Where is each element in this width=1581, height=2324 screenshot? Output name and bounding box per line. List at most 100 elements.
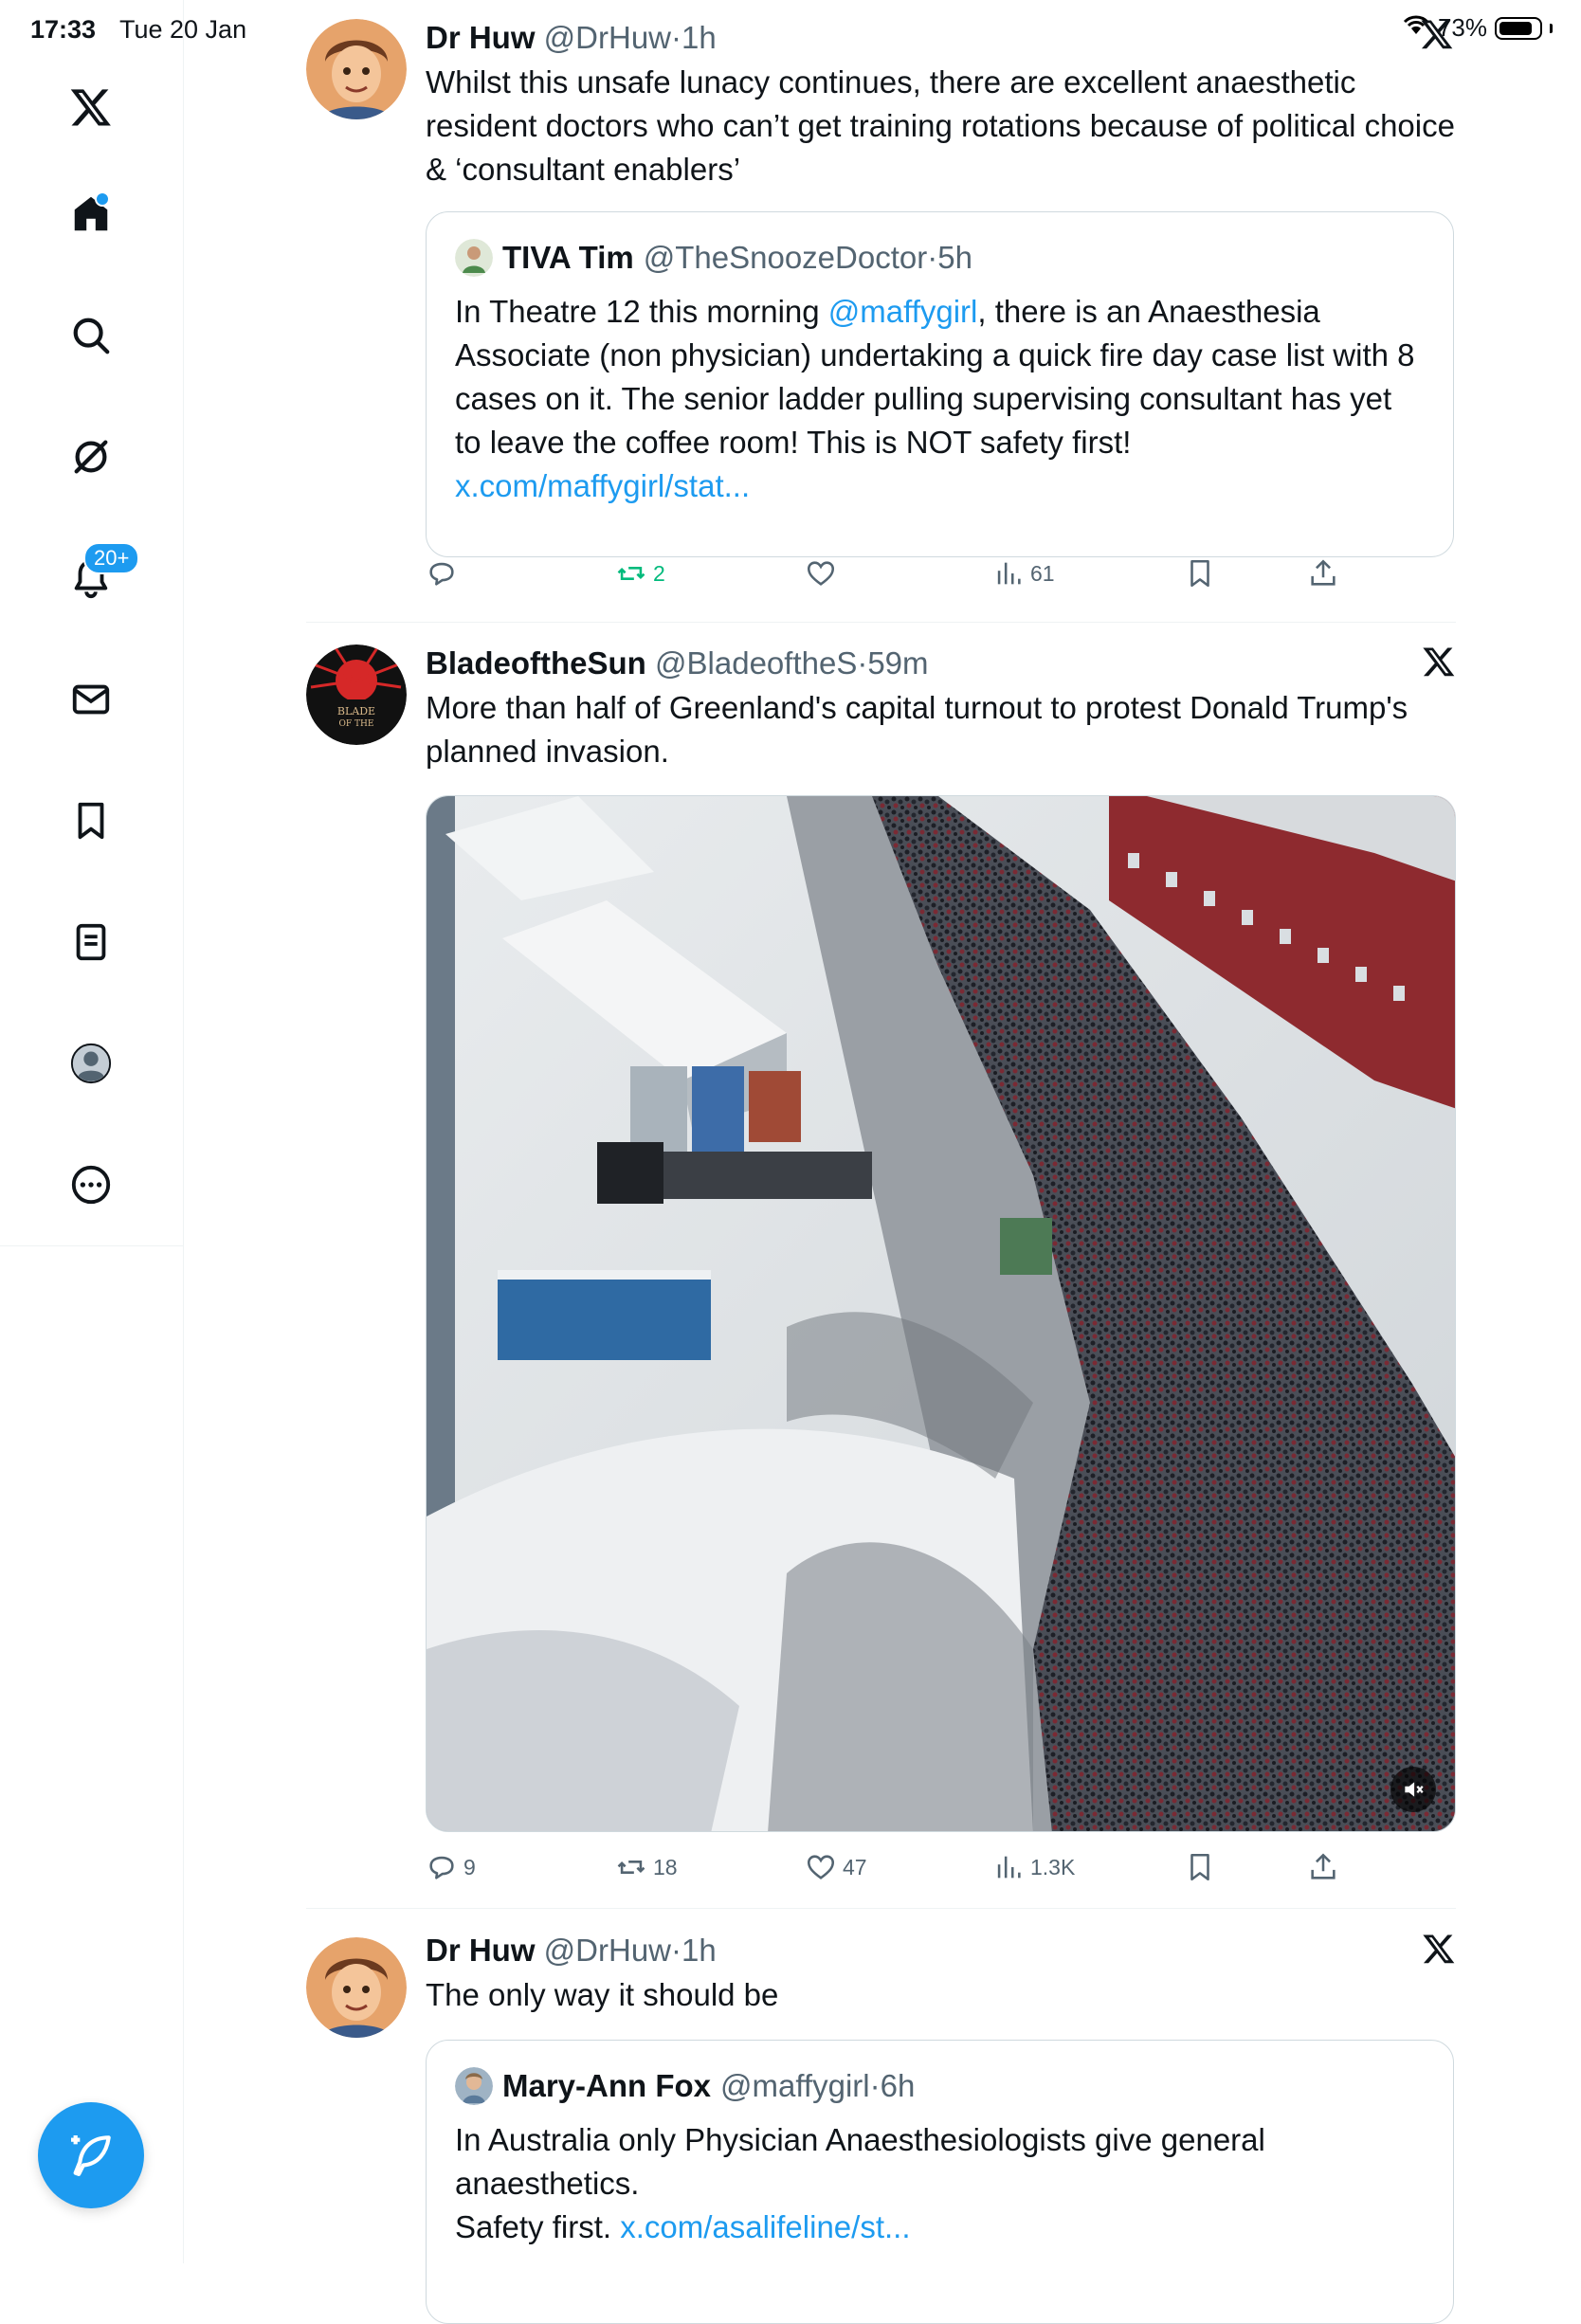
svg-text:OF THE: OF THE: [339, 719, 374, 729]
heart-icon: [807, 1855, 835, 1879]
quote-author-name: Mary-Ann Fox: [502, 2068, 712, 2103]
author-name[interactable]: Dr Huw: [426, 1933, 536, 1968]
quote-avatar: [455, 2067, 493, 2105]
views-button[interactable]: 1.3K: [992, 1851, 1075, 1883]
views-button[interactable]: 61: [992, 557, 1055, 590]
retweet-button[interactable]: 18: [615, 1851, 678, 1883]
like-button[interactable]: [805, 557, 843, 590]
tweet-text: The only way it should be: [426, 1977, 779, 2012]
quote-author-name: TIVA Tim: [502, 240, 634, 275]
reply-button[interactable]: 9: [426, 1851, 476, 1883]
share-icon: [1311, 559, 1336, 586]
tweet-time[interactable]: 59m: [867, 645, 928, 681]
view-count: 1.3K: [1030, 1854, 1076, 1879]
tweet-header: Dr Huw @DrHuw·1h: [426, 1933, 717, 1968]
reply-icon: [429, 1856, 454, 1879]
like-button[interactable]: 47: [805, 1851, 867, 1883]
retweet-button[interactable]: 2: [615, 557, 665, 590]
author-name[interactable]: BladeoftheSun: [426, 645, 646, 681]
x-logo-icon[interactable]: [63, 79, 119, 136]
tweet-video[interactable]: [426, 795, 1456, 1832]
search-icon[interactable]: [63, 307, 119, 364]
author-handle[interactable]: @BladeoftheS: [655, 645, 857, 681]
tweet-actions: 9 18 47 1.3K: [426, 1851, 1354, 1893]
share-button[interactable]: [1307, 1851, 1339, 1883]
tweet-content: Dr Huw @DrHuw·1h The only way it should …: [426, 1932, 1456, 2017]
author-name[interactable]: Dr Huw: [426, 20, 536, 55]
sidebar: 20+: [0, 0, 184, 2263]
bookmarks-icon[interactable]: [63, 792, 119, 849]
url-link[interactable]: x.com/maffygirl/stat...: [455, 468, 750, 503]
quote-text: In Theatre 12 this morning @maffygirl, t…: [455, 294, 1415, 503]
mention-link[interactable]: @maffygirl: [828, 294, 978, 329]
reply-button[interactable]: [426, 557, 463, 590]
author-handle[interactable]: @DrHuw: [544, 20, 671, 55]
x-logo-icon: [1422, 645, 1456, 679]
messages-icon[interactable]: [63, 671, 119, 728]
tweet-time[interactable]: 1h: [681, 20, 717, 55]
tweet[interactable]: Dr Huw @DrHuw·1h Whilst this unsafe luna…: [306, 19, 1456, 607]
avatar[interactable]: BLADE OF THE: [306, 645, 407, 745]
battery-icon: [1495, 16, 1542, 40]
grok-icon[interactable]: [63, 428, 119, 485]
quote-author-handle: @maffygirl·6h: [720, 2068, 916, 2103]
speaker-muted-icon: [1405, 1782, 1424, 1797]
separator-dot: ·: [671, 20, 682, 55]
quote-header: TIVA Tim @TheSnoozeDoctor·5h: [455, 237, 1425, 279]
avatar[interactable]: [306, 1937, 407, 2038]
quoted-tweet[interactable]: Mary-Ann Fox @maffygirl·6h In Australia …: [426, 2040, 1454, 2324]
quoted-tweet[interactable]: TIVA Tim @TheSnoozeDoctor·5h In Theatre …: [426, 211, 1454, 557]
bookmark-icon: [1190, 1853, 1209, 1881]
avatar[interactable]: [306, 19, 407, 119]
tweet-content: BladeoftheSun @BladeoftheS·59m More than…: [426, 645, 1456, 773]
views-icon: [997, 1856, 1021, 1879]
share-icon: [1311, 1853, 1336, 1879]
quote-avatar: [455, 239, 493, 277]
compose-button[interactable]: [38, 2102, 144, 2208]
tweet-time[interactable]: 1h: [681, 1933, 717, 1968]
video-frame: [427, 796, 1455, 1831]
bookmark-button[interactable]: [1184, 1851, 1216, 1883]
retweet-icon: [617, 1861, 645, 1874]
reply-icon: [429, 562, 454, 586]
home-unread-dot: [95, 191, 110, 207]
tweet-header: BladeoftheSun @BladeoftheS·59m: [426, 645, 929, 681]
tweet-actions: 2 61: [426, 557, 1354, 599]
share-button[interactable]: [1307, 557, 1339, 590]
home-icon[interactable]: [63, 186, 119, 243]
retweet-icon: [617, 567, 645, 580]
tweet[interactable]: BLADE OF THE BladeoftheSun @BladeoftheS·…: [306, 645, 1456, 1896]
view-count: 61: [1030, 560, 1055, 586]
tweet-header: Dr Huw @DrHuw·1h: [426, 19, 1456, 57]
lists-icon[interactable]: [63, 914, 119, 971]
x-logo-icon: [1420, 17, 1454, 51]
tweet-text: More than half of Greenland's capital tu…: [426, 690, 1408, 769]
retweet-count: 2: [653, 560, 665, 586]
compose-feather-icon: [71, 2135, 111, 2176]
svg-text:BLADE: BLADE: [337, 705, 375, 717]
reply-count: 9: [463, 1854, 476, 1879]
bookmark-button[interactable]: [1184, 557, 1216, 590]
tweet-divider: [306, 1908, 1456, 1909]
bookmark-icon: [1190, 559, 1209, 588]
heart-icon: [807, 561, 835, 586]
like-count: 47: [843, 1854, 867, 1879]
author-handle[interactable]: @DrHuw: [544, 1933, 671, 1968]
tweet-text: Whilst this unsafe lunacy continues, the…: [426, 64, 1455, 187]
views-icon: [997, 562, 1021, 585]
x-logo-icon: [1422, 1932, 1456, 1966]
retweet-count: 18: [653, 1854, 678, 1879]
notifications-icon[interactable]: 20+: [63, 542, 140, 607]
battery-tip: [1550, 23, 1553, 33]
url-link[interactable]: x.com/asalifeline/st...: [620, 2209, 910, 2244]
tweet-content: Dr Huw @DrHuw·1h Whilst this unsafe luna…: [426, 19, 1456, 191]
mute-button[interactable]: [1390, 1767, 1436, 1812]
sidebar-separator: [0, 1245, 183, 1246]
quote-header: Mary-Ann Fox @maffygirl·6h: [455, 2065, 1425, 2107]
notifications-badge: 20+: [83, 542, 140, 574]
quote-text: In Australia only Physician Anaesthesiol…: [455, 2122, 1265, 2244]
more-icon[interactable]: [63, 1156, 119, 1213]
tweet[interactable]: Dr Huw @DrHuw·1h The only way it should …: [306, 1932, 1456, 2324]
profile-icon[interactable]: [63, 1035, 119, 1092]
quote-author-handle: @TheSnoozeDoctor·5h: [643, 240, 972, 275]
